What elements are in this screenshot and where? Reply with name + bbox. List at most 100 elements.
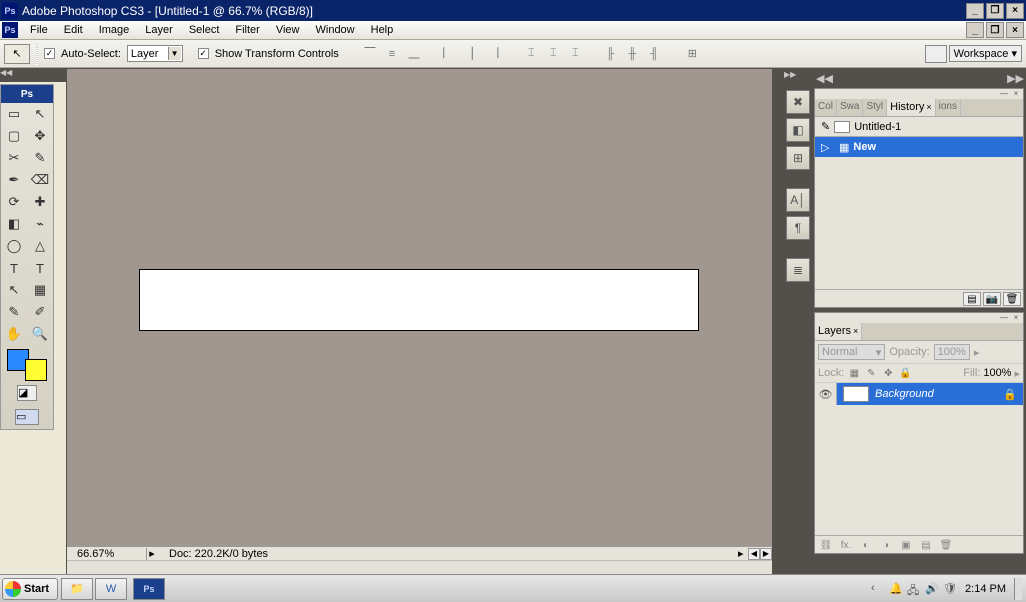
tray-shield-icon[interactable]: 🛡 <box>943 582 957 596</box>
window-minimize-button[interactable]: _ <box>966 3 984 19</box>
vertical-scrollbar[interactable] <box>772 69 782 574</box>
taskbar-clock[interactable]: 2:14 PM <box>961 583 1010 595</box>
notes-tool[interactable]: ✎ <box>1 301 27 323</box>
opacity-field[interactable]: 100% <box>934 344 970 360</box>
color-panel-icon[interactable]: ◧ <box>786 118 810 142</box>
close-icon[interactable]: × <box>926 102 931 112</box>
delete-layer-icon[interactable]: 🗑 <box>937 538 955 552</box>
move-tool-icon[interactable]: ↖ <box>4 44 30 64</box>
dist-left-icon[interactable]: ╟ <box>600 44 620 64</box>
auto-align-icon[interactable]: ⊞ <box>682 44 702 64</box>
align-top-edges-icon[interactable]: ⎺ <box>360 44 380 64</box>
show-desktop-button[interactable] <box>1014 578 1022 600</box>
align-hcenter-icon[interactable]: ⎟ <box>461 44 481 64</box>
tray-volume-icon[interactable]: 🔊 <box>925 582 939 596</box>
panel-minimize-icon[interactable]: — <box>999 89 1009 98</box>
toolbox-header[interactable]: Ps <box>1 85 53 103</box>
blur-tool[interactable]: ◯ <box>1 235 27 257</box>
panel-close-icon[interactable]: × <box>1011 313 1021 322</box>
opacity-slider-icon[interactable]: ▸ <box>974 346 980 359</box>
eraser-tool[interactable]: ◧ <box>1 213 27 235</box>
scroll-left-button[interactable]: ◀ <box>748 548 760 560</box>
layer-row[interactable]: 👁 Background 🔒 <box>815 383 1023 405</box>
healingbrush-tool[interactable]: ✒ <box>1 169 27 191</box>
new-snapshot-icon[interactable]: 📷 <box>983 292 1001 306</box>
move-tool[interactable]: ↖ <box>27 103 53 125</box>
menu-select[interactable]: Select <box>181 22 228 38</box>
window-restore-button[interactable]: ❐ <box>986 3 1004 19</box>
gradient-tool[interactable]: ⌁ <box>27 213 53 235</box>
lock-all-icon[interactable]: 🔒 <box>898 366 912 380</box>
document-canvas[interactable] <box>139 269 699 331</box>
tab-styles[interactable]: Styl <box>863 99 887 116</box>
doc-size-label[interactable]: Doc: 220.2K/0 bytes <box>157 548 738 560</box>
go-to-bridge-button[interactable] <box>925 45 947 63</box>
new-layer-icon[interactable]: ▤ <box>917 538 935 552</box>
autoselect-checkbox[interactable]: ✓ <box>44 48 55 59</box>
fill-slider-icon[interactable]: ▸ <box>1014 367 1020 380</box>
tab-history[interactable]: History× <box>887 99 936 116</box>
visibility-eye-icon[interactable]: 👁 <box>815 383 837 405</box>
crop-tool[interactable]: ✂ <box>1 147 27 169</box>
history-state-row[interactable]: ▷ ▦ New <box>815 137 1023 157</box>
dodge-tool[interactable]: △ <box>27 235 53 257</box>
new-group-icon[interactable]: ▣ <box>897 538 915 552</box>
panel-minimize-icon[interactable]: — <box>999 313 1009 322</box>
lasso-tool[interactable]: ▢ <box>1 125 27 147</box>
document-icon[interactable]: Ps <box>2 22 18 38</box>
dock-expand-right-icon[interactable]: ▶▶ <box>1007 72 1024 84</box>
shape-tool[interactable]: ▦ <box>27 279 53 301</box>
task-word[interactable]: W <box>95 578 127 600</box>
zoom-level[interactable]: 66.67% <box>67 548 147 560</box>
pathselect-tool[interactable]: ↖ <box>1 279 27 301</box>
history-snapshot-row[interactable]: ✎ Untitled-1 <box>815 117 1023 137</box>
hand-tool[interactable]: ✋ <box>1 323 27 345</box>
dock-collapse-left-icon[interactable]: ◀◀ <box>816 72 833 84</box>
blend-mode-dropdown[interactable]: Normal ▾ <box>818 344 885 360</box>
tray-arrow-icon[interactable]: ‹ <box>871 582 885 596</box>
align-vcenter-icon[interactable]: ≡ <box>382 44 402 64</box>
navigator-panel-icon[interactable]: ✖ <box>786 90 810 114</box>
lock-position-icon[interactable]: ✥ <box>881 366 895 380</box>
swatches-panel-icon[interactable]: ⊞ <box>786 146 810 170</box>
eyedropper-tool[interactable]: ✐ <box>27 301 53 323</box>
canvas-viewport[interactable] <box>67 69 772 546</box>
layer-name[interactable]: Background <box>875 388 934 400</box>
historybrush-tool[interactable]: ✚ <box>27 191 53 213</box>
layer-mask-icon[interactable]: ◐ <box>857 538 875 552</box>
background-color-swatch[interactable] <box>25 359 47 381</box>
lock-pixels-icon[interactable]: ✎ <box>864 366 878 380</box>
menu-window[interactable]: Window <box>308 22 363 38</box>
close-icon[interactable]: × <box>853 326 858 336</box>
autoselect-dropdown[interactable]: Layer ▼ <box>127 45 183 62</box>
dock-toggle-left-icon[interactable]: ◀◀ <box>0 68 12 80</box>
tab-actions[interactable]: ions <box>936 99 961 116</box>
marquee-tool[interactable]: ▭ <box>1 103 27 125</box>
create-document-icon[interactable]: ▤ <box>963 292 981 306</box>
trash-icon[interactable]: 🗑 <box>1003 292 1021 306</box>
align-left-edges-icon[interactable]: ⎸ <box>439 44 459 64</box>
link-layers-icon[interactable]: ⛓ <box>817 538 835 552</box>
character-panel-icon[interactable]: A│ <box>786 188 810 212</box>
tray-network-icon[interactable]: 🖧 <box>907 582 921 596</box>
task-explorer[interactable]: 📁 <box>61 578 93 600</box>
zoom-tool[interactable]: 🔍 <box>27 323 53 345</box>
horizontal-scrollbar[interactable] <box>67 560 772 574</box>
tab-layers[interactable]: Layers× <box>815 323 862 340</box>
align-right-edges-icon[interactable]: ⎹ <box>483 44 503 64</box>
slice-tool[interactable]: ✎ <box>27 147 53 169</box>
paragraph-panel-icon[interactable]: ¶ <box>786 216 810 240</box>
scroll-right-button[interactable]: ▶ <box>760 548 772 560</box>
status-arrow-icon[interactable]: ▸ <box>147 547 157 560</box>
doc-close-button[interactable]: × <box>1006 22 1024 38</box>
fill-field[interactable]: 100% <box>983 367 1011 379</box>
dist-right-icon[interactable]: ╢ <box>644 44 664 64</box>
quickselect-tool[interactable]: ✥ <box>27 125 53 147</box>
menu-filter[interactable]: Filter <box>227 22 267 38</box>
layers-panel-icon[interactable]: ≣ <box>786 258 810 282</box>
tab-swatches[interactable]: Swa <box>837 99 863 116</box>
doc-minimize-button[interactable]: _ <box>966 22 984 38</box>
dist-vcenter-icon[interactable]: ⌶ <box>543 44 563 64</box>
window-close-button[interactable]: × <box>1006 3 1024 19</box>
menu-view[interactable]: View <box>268 22 308 38</box>
